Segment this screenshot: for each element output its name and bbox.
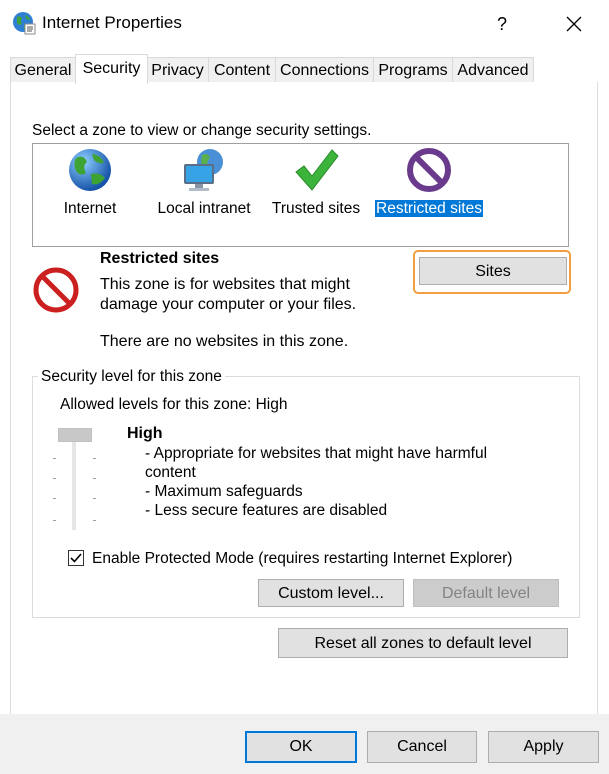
intranet-icon bbox=[180, 146, 228, 198]
zone-title: Restricted sites bbox=[100, 250, 220, 267]
slider-tick bbox=[93, 520, 96, 521]
title-bar: Internet Properties ? bbox=[0, 0, 609, 46]
zone-restricted-sites[interactable]: Restricted sites bbox=[374, 146, 484, 218]
slider-thumb[interactable] bbox=[58, 428, 92, 442]
apply-button[interactable]: Apply bbox=[488, 731, 599, 763]
zone-internet[interactable]: Internet bbox=[60, 146, 120, 218]
tab-content[interactable]: Content bbox=[208, 57, 276, 83]
window-title: Internet Properties bbox=[42, 13, 182, 32]
zone-description-line2: damage your computer or your files. bbox=[100, 296, 357, 313]
zone-label-local-intranet: Local intranet bbox=[157, 200, 251, 217]
slider-tick bbox=[93, 458, 96, 459]
ok-button[interactable]: OK bbox=[245, 731, 357, 763]
close-button[interactable] bbox=[552, 10, 596, 38]
tab-connections[interactable]: Connections bbox=[275, 57, 374, 83]
tab-advanced[interactable]: Advanced bbox=[452, 57, 534, 83]
zone-local-intranet[interactable]: Local intranet bbox=[152, 146, 256, 218]
tab-programs[interactable]: Programs bbox=[373, 57, 453, 83]
checkmark-icon bbox=[69, 551, 83, 565]
default-level-button: Default level bbox=[413, 579, 559, 607]
allowed-levels-text: Allowed levels for this zone: High bbox=[60, 396, 288, 413]
protected-mode-checkbox[interactable] bbox=[68, 550, 84, 566]
protected-mode-label[interactable]: Enable Protected Mode (requires restarti… bbox=[92, 550, 512, 568]
custom-level-button[interactable]: Custom level... bbox=[258, 579, 404, 607]
slider-track bbox=[72, 434, 76, 530]
level-item: content bbox=[145, 464, 196, 481]
slider-tick bbox=[93, 498, 96, 499]
zone-trusted-sites[interactable]: Trusted sites bbox=[268, 146, 364, 218]
cancel-button[interactable]: Cancel bbox=[367, 731, 477, 763]
zone-label-trusted-sites: Trusted sites bbox=[271, 200, 361, 217]
app-globe-icon bbox=[12, 11, 36, 39]
reset-all-zones-button[interactable]: Reset all zones to default level bbox=[278, 628, 568, 658]
restricted-icon bbox=[405, 146, 453, 198]
zone-label-internet: Internet bbox=[63, 200, 117, 217]
security-level-group-title: Security level for this zone bbox=[38, 368, 225, 386]
level-name: High bbox=[127, 425, 163, 442]
zone-label-restricted-sites: Restricted sites bbox=[375, 200, 483, 217]
slider-tick bbox=[53, 520, 56, 521]
tab-security[interactable]: Security bbox=[75, 54, 148, 84]
level-item: - Appropriate for websites that might ha… bbox=[145, 445, 488, 462]
level-item: - Less secure features are disabled bbox=[145, 502, 388, 519]
tab-privacy[interactable]: Privacy bbox=[146, 57, 209, 83]
slider-tick bbox=[53, 458, 56, 459]
slider-tick bbox=[93, 478, 96, 479]
level-item: - Maximum safeguards bbox=[145, 483, 303, 500]
slider-tick bbox=[53, 478, 56, 479]
sites-button[interactable]: Sites bbox=[419, 257, 567, 285]
zone-description-line1: This zone is for websites that might bbox=[100, 276, 350, 293]
zone-status: There are no websites in this zone. bbox=[100, 333, 349, 350]
select-zone-instruction: Select a zone to view or change security… bbox=[32, 122, 372, 139]
close-icon bbox=[566, 16, 582, 36]
tab-general[interactable]: General bbox=[10, 57, 76, 83]
security-level-slider[interactable] bbox=[50, 420, 110, 536]
slider-tick bbox=[53, 498, 56, 499]
help-button[interactable]: ? bbox=[480, 10, 524, 38]
checkmark-icon bbox=[292, 146, 340, 198]
globe-icon bbox=[66, 146, 114, 198]
restricted-zone-icon bbox=[32, 266, 80, 318]
